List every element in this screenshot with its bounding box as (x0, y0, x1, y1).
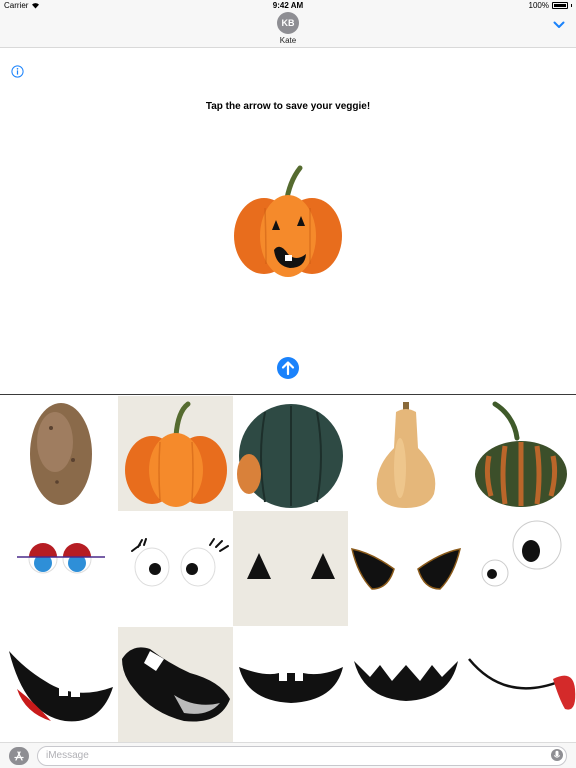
pumpkin-sticker[interactable] (118, 396, 233, 511)
instruction-text: Tap the arrow to save your veggie! (205, 101, 371, 112)
lashed-eyes-image (130, 537, 229, 586)
zigzag-mouth-sticker[interactable] (348, 627, 463, 742)
info-icon[interactable] (11, 65, 24, 78)
contact-avatar[interactable]: KB (277, 12, 299, 34)
status-time: 9:42 AM (272, 1, 304, 10)
battery-tip (571, 4, 572, 7)
zigzag-mouth-image (353, 660, 458, 701)
lashed-eyes-sticker[interactable] (118, 511, 233, 626)
triangle-eyes-image (246, 552, 335, 579)
smile-tongue-mouth-image (467, 657, 575, 710)
composed-veggie-sticker (234, 165, 342, 277)
striped-gourd-image (474, 401, 567, 507)
battery-percent: 100% (528, 1, 549, 10)
tongue-mouth-image (8, 650, 113, 721)
acorn-squash-sticker[interactable] (233, 396, 348, 511)
microphone-icon[interactable] (551, 748, 563, 762)
app-store-button[interactable] (9, 747, 29, 765)
battery-icon (552, 2, 568, 9)
red-lidded-eyes-sticker[interactable] (3, 511, 118, 626)
tongue-mouth-sticker[interactable] (3, 627, 118, 742)
sticker-grid (0, 395, 576, 742)
app-store-icon (14, 751, 24, 761)
contact-name[interactable]: Kate (0, 36, 576, 45)
jack-o-lantern-mouth-image (238, 666, 343, 703)
potato-sticker[interactable] (3, 396, 118, 511)
striped-gourd-sticker[interactable] (463, 396, 576, 511)
googly-eyes-image (481, 520, 561, 586)
buck-tooth-mouth-sticker[interactable] (118, 627, 233, 742)
jack-o-lantern-mouth-sticker[interactable] (233, 627, 348, 742)
googly-eyes-sticker[interactable] (463, 511, 576, 626)
status-right: 100% (529, 1, 572, 10)
red-lidded-eyes-image (16, 542, 105, 573)
buck-tooth-mouth-image (121, 646, 230, 722)
compose-bar: iMessage (0, 742, 576, 768)
smile-tongue-mouth-sticker[interactable] (463, 627, 576, 742)
imessage-input[interactable]: iMessage (37, 746, 567, 766)
angry-eyes-sticker[interactable] (348, 511, 463, 626)
chevron-down-icon[interactable] (553, 20, 565, 30)
potato-image (29, 402, 92, 505)
conversation-header: KB Kate (0, 12, 576, 48)
pumpkin-image (124, 401, 227, 507)
status-bar: Carrier 9:42 AM 100% (0, 0, 576, 12)
acorn-squash-image (236, 403, 343, 508)
angry-eyes-image (350, 547, 461, 590)
triangle-eyes-sticker[interactable] (233, 511, 348, 626)
send-arrow-button[interactable] (277, 357, 299, 379)
butternut-squash-sticker[interactable] (348, 396, 463, 511)
butternut-squash-image (376, 401, 435, 508)
